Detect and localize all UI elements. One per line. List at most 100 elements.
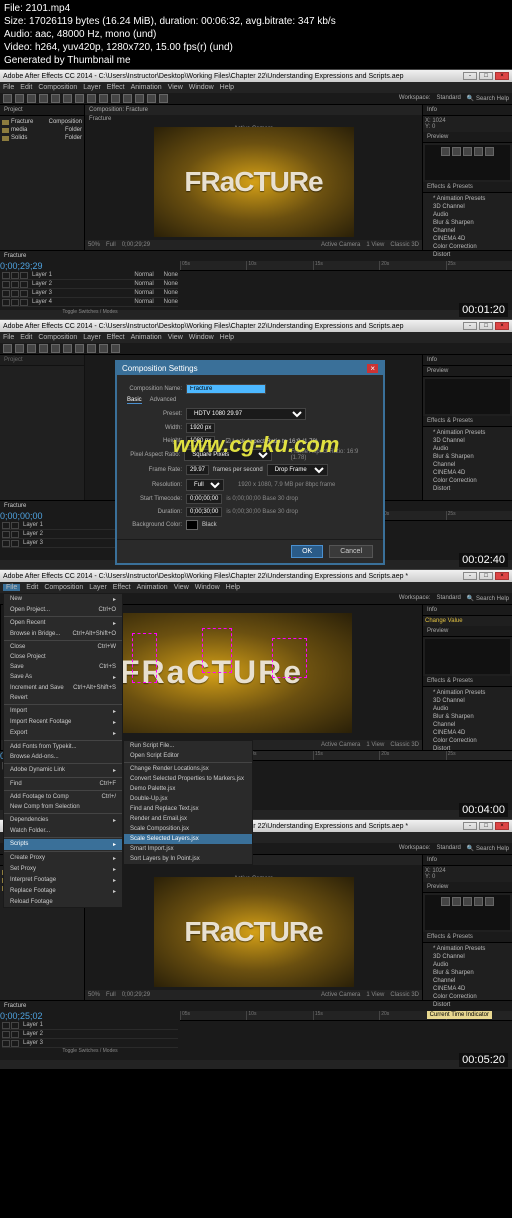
effect-category[interactable]: 3D Channel [425, 203, 510, 211]
folder-item[interactable]: FractureComposition [2, 118, 82, 126]
pen-tool-icon[interactable] [99, 94, 108, 103]
menu-item[interactable]: Browse in Bridge...Ctrl+Alt+Shift+O [4, 629, 122, 639]
layer-row[interactable]: Layer 3NormalNone [2, 289, 178, 298]
layer-row[interactable]: Layer 4NormalNone [2, 298, 178, 307]
camera-tool-icon[interactable] [51, 94, 60, 103]
script-item[interactable]: Open Script Editor [124, 751, 252, 761]
drop-dropdown[interactable]: Drop Frame [267, 464, 328, 476]
script-item[interactable]: Scale Selected Layers.jsx [124, 834, 252, 844]
menu-item[interactable]: FindCtrl+F [4, 779, 122, 789]
zoom-level[interactable]: 50% [88, 242, 100, 248]
framerate-input[interactable]: 29.97 [186, 465, 209, 475]
next-frame-icon[interactable] [474, 147, 483, 156]
puppet-tool-icon[interactable] [159, 94, 168, 103]
effects-tab[interactable]: Effects & Presets [423, 182, 512, 193]
timecode[interactable]: 0;00;25;02 [0, 1011, 180, 1021]
preview-tab[interactable]: Preview [423, 132, 512, 143]
menu-item[interactable]: Add Footage to CompCtrl+/ [4, 792, 122, 802]
resolution-dropdown[interactable]: Full [106, 242, 116, 248]
preset-dropdown[interactable]: HDTV 1080 29.97 [186, 408, 306, 420]
project-tab[interactable]: Project [0, 105, 84, 116]
menu-item[interactable]: Scripts▸ [4, 839, 122, 850]
script-item[interactable]: Scale Composition.jsx [124, 824, 252, 834]
script-item[interactable]: Render and Email.jsx [124, 814, 252, 824]
menu-help[interactable]: Help [220, 84, 234, 91]
effect-category[interactable]: Blur & Sharpen [425, 219, 510, 227]
hand-tool-icon[interactable] [15, 94, 24, 103]
zoom-tool-icon[interactable] [27, 94, 36, 103]
pan-tool-icon[interactable] [63, 94, 72, 103]
maximize-button[interactable]: □ [479, 72, 493, 80]
folder-item[interactable]: mediaFolder [2, 126, 82, 134]
menu-item[interactable]: Save As▸ [4, 672, 122, 683]
camera-view[interactable]: Active Camera [321, 242, 360, 248]
play-icon[interactable] [463, 147, 472, 156]
selection-tool-icon[interactable] [3, 94, 12, 103]
timeline-comp[interactable]: Fracture [4, 253, 26, 259]
script-item[interactable]: Convert Selected Properties to Markers.j… [124, 774, 252, 784]
rotate-tool-icon[interactable] [39, 94, 48, 103]
menu-item[interactable]: New▸ [4, 594, 122, 605]
script-item[interactable]: Smart Import.jsx [124, 844, 252, 854]
menu-item[interactable]: Revert [4, 693, 122, 703]
resolution-dropdown[interactable]: Full [186, 479, 224, 491]
comp-tab[interactable]: Composition: Fracture [85, 105, 422, 115]
view-count[interactable]: 1 View [366, 242, 384, 248]
search-field[interactable]: 🔍 Search Help [467, 95, 509, 102]
effect-category[interactable]: Channel [425, 227, 510, 235]
folder-item[interactable]: SolidsFolder [2, 134, 82, 142]
menu-item[interactable]: Watch Folder... [4, 826, 122, 836]
width-input[interactable]: 1920 px [186, 423, 215, 433]
canvas[interactable]: FRaCTURe [154, 127, 354, 237]
menu-item[interactable]: Add Fonts from Typekit... [4, 742, 122, 752]
text-tool-icon[interactable] [111, 94, 120, 103]
script-item[interactable]: Find and Replace Text.jsx [124, 804, 252, 814]
menu-item[interactable]: Create Proxy▸ [4, 853, 122, 864]
menu-item[interactable]: Reload Footage [4, 897, 122, 907]
menu-layer[interactable]: Layer [83, 84, 101, 91]
toggle-switches[interactable]: Toggle Switches / Modes [0, 307, 180, 315]
menu-file[interactable]: File [3, 584, 20, 591]
close-button[interactable]: × [495, 322, 509, 330]
menu-item[interactable]: Browse Add-ons... [4, 752, 122, 762]
menu-item[interactable]: Set Proxy▸ [4, 864, 122, 875]
menu-item[interactable]: Dependencies▸ [4, 815, 122, 826]
effect-category[interactable]: CINEMA 4D [425, 235, 510, 243]
menu-file[interactable]: File [3, 84, 14, 91]
dialog-close-icon[interactable]: × [367, 364, 378, 373]
duration-input[interactable]: 0;00;30;00 [186, 507, 222, 517]
menu-item[interactable]: Export▸ [4, 728, 122, 739]
bg-color-swatch[interactable] [186, 520, 198, 530]
menu-item[interactable]: Import Recent Footage▸ [4, 717, 122, 728]
script-item[interactable]: Change Render Locations.jsx [124, 764, 252, 774]
script-item[interactable]: Run Script File... [124, 741, 252, 751]
menu-composition[interactable]: Composition [38, 84, 77, 91]
close-button[interactable]: × [495, 72, 509, 80]
effect-category[interactable]: Audio [425, 211, 510, 219]
brush-tool-icon[interactable] [123, 94, 132, 103]
layer-row[interactable]: Layer 1NormalNone [2, 271, 178, 280]
minimize-button[interactable]: - [463, 72, 477, 80]
menu-item[interactable]: Open Recent▸ [4, 618, 122, 629]
menu-item[interactable]: Replace Footage▸ [4, 886, 122, 897]
menu-edit[interactable]: Edit [20, 84, 32, 91]
minimize-button[interactable]: - [463, 322, 477, 330]
menu-item[interactable]: Increment and SaveCtrl+Alt+Shift+S [4, 683, 122, 693]
timecode[interactable]: 0;00;29;29 [0, 261, 180, 271]
info-tab[interactable]: Info [423, 105, 512, 116]
tab-basic[interactable]: Basic [127, 397, 142, 404]
menu-item[interactable]: Interpret Footage▸ [4, 875, 122, 886]
menu-item[interactable]: SaveCtrl+S [4, 662, 122, 672]
workspace-dropdown[interactable]: Standard [436, 95, 460, 102]
eraser-tool-icon[interactable] [147, 94, 156, 103]
menu-item[interactable]: CloseCtrl+W [4, 642, 122, 652]
effect-category[interactable]: Distort [425, 251, 510, 259]
cancel-button[interactable]: Cancel [329, 545, 373, 558]
effect-category[interactable]: Color Correction [425, 243, 510, 251]
script-item[interactable]: Sort Layers by In Point.jsx [124, 854, 252, 864]
menu-item[interactable]: Adobe Dynamic Link▸ [4, 765, 122, 776]
menu-effect[interactable]: Effect [107, 84, 125, 91]
menu-window[interactable]: Window [189, 84, 214, 91]
menu-item[interactable]: Import▸ [4, 706, 122, 717]
shape-tool-icon[interactable] [87, 94, 96, 103]
